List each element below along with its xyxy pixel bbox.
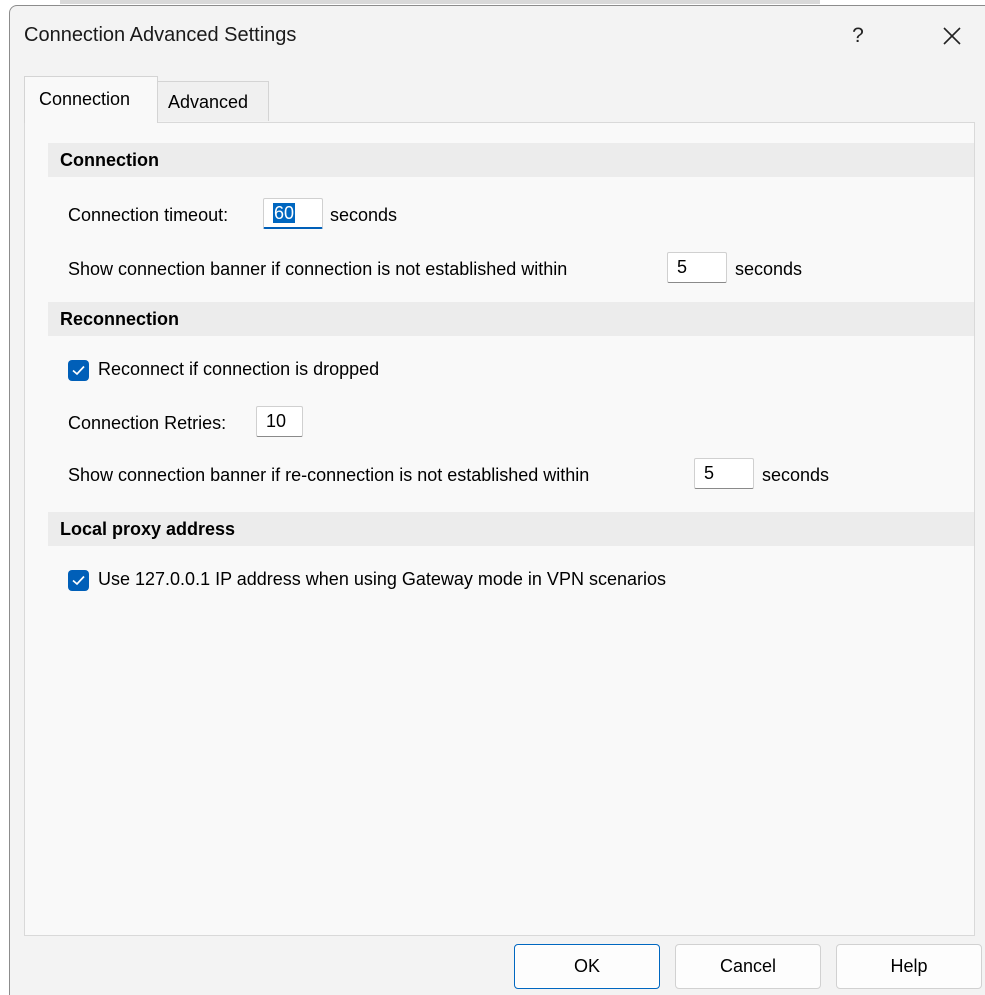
help-button[interactable]: Help xyxy=(836,944,982,989)
checkmark-icon xyxy=(72,575,85,586)
use-localhost-checkbox-label[interactable]: Use 127.0.0.1 IP address when using Gate… xyxy=(98,569,666,590)
section-header-local-proxy: Local proxy address xyxy=(48,512,974,546)
tab-panel-connection: Connection Connection timeout: 60 second… xyxy=(24,122,975,936)
connection-advanced-settings-dialog: Connection Advanced Settings ? Advanced … xyxy=(9,5,985,995)
connection-timeout-label: Connection timeout: xyxy=(68,205,229,225)
connection-timeout-value: 60 xyxy=(273,203,296,223)
background-window-edge xyxy=(60,0,820,4)
title-bar[interactable]: Connection Advanced Settings ? xyxy=(10,6,985,66)
connection-banner-input[interactable]: 5 xyxy=(667,252,727,283)
section-header-reconnection: Reconnection xyxy=(48,302,974,336)
tab-advanced[interactable]: Advanced xyxy=(158,81,269,121)
reconnection-banner-label: Show connection banner if re-connection … xyxy=(68,465,590,485)
connection-retries-input[interactable]: 10 xyxy=(256,406,303,437)
connection-retries-label: Connection Retries: xyxy=(68,413,227,433)
section-title-local-proxy: Local proxy address xyxy=(60,519,236,539)
close-button[interactable] xyxy=(934,18,970,54)
checkmark-icon xyxy=(72,365,85,376)
reconnection-banner-unit: seconds xyxy=(762,465,830,485)
close-icon xyxy=(943,27,961,45)
help-question-button[interactable]: ? xyxy=(843,18,873,54)
section-header-connection: Connection xyxy=(48,143,974,177)
dialog-title: Connection Advanced Settings xyxy=(24,24,297,46)
connection-timeout-input[interactable]: 60 xyxy=(263,198,323,229)
tab-connection-label: Connection xyxy=(39,89,131,109)
reconnection-banner-input[interactable]: 5 xyxy=(694,458,754,489)
section-title-connection: Connection xyxy=(60,150,159,170)
tab-connection[interactable]: Connection xyxy=(24,76,158,123)
use-localhost-checkbox[interactable] xyxy=(68,570,89,591)
reconnect-checkbox-label[interactable]: Reconnect if connection is dropped xyxy=(98,359,379,380)
tab-advanced-label: Advanced xyxy=(168,92,249,112)
cancel-button[interactable]: Cancel xyxy=(675,944,821,989)
ok-button[interactable]: OK xyxy=(514,944,660,989)
connection-banner-label: Show connection banner if connection is … xyxy=(68,259,568,279)
connection-banner-unit: seconds xyxy=(735,259,803,279)
reconnect-checkbox[interactable] xyxy=(68,360,89,381)
section-title-reconnection: Reconnection xyxy=(60,309,180,329)
connection-timeout-unit: seconds xyxy=(330,205,398,225)
